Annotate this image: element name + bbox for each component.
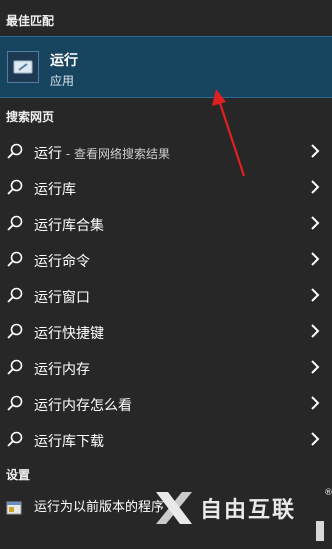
chevron-right-icon [311, 288, 320, 302]
chevron-right-icon [311, 144, 320, 158]
search-icon [7, 431, 23, 447]
search-icon [7, 251, 23, 267]
search-icon [7, 287, 23, 303]
settings-header: 设置 [6, 468, 31, 482]
best-match-subtitle: 应用 [50, 74, 75, 88]
watermark-x-icon [156, 492, 192, 524]
web-result-label: 运行命令 [34, 254, 90, 270]
watermark-text: 自由互联 [200, 498, 297, 523]
web-result-item[interactable]: 运行库下载 [0, 421, 332, 457]
edge-mark [316, 521, 324, 541]
web-result-label: 运行库 [34, 182, 76, 198]
search-icon [7, 143, 23, 159]
web-result-item[interactable]: 运行库 [0, 169, 332, 205]
chevron-right-icon [311, 180, 320, 194]
web-result-item[interactable]: 运行内存 [0, 349, 332, 385]
web-result-hint: - 查看网络搜索结果 [62, 147, 170, 161]
chevron-right-icon [311, 216, 320, 230]
search-icon [7, 359, 23, 375]
web-result-item[interactable]: 运行快捷键 [0, 313, 332, 349]
chevron-right-icon [311, 396, 320, 410]
watermark-logo: 自由互联 ® [152, 488, 332, 528]
web-result-label: 运行库合集 [34, 218, 104, 234]
web-result-item[interactable]: 运行窗口 [0, 277, 332, 313]
best-match-header: 最佳匹配 [6, 14, 55, 28]
web-result-label: 运行窗口 [34, 290, 90, 306]
web-result-label: 运行库下载 [34, 434, 104, 450]
watermark-registered-mark: ® [324, 488, 332, 498]
web-result-label: 运行 - 查看网络搜索结果 [34, 146, 170, 162]
chevron-right-icon [311, 360, 320, 374]
search-icon [7, 395, 23, 411]
web-result-item[interactable]: 运行 - 查看网络搜索结果 [0, 133, 332, 169]
run-app-icon [7, 51, 39, 83]
best-match-item-run[interactable]: 运行 应用 [0, 36, 332, 98]
search-icon [7, 323, 23, 339]
search-icon [7, 179, 23, 195]
web-result-item[interactable]: 运行内存怎么看 [0, 385, 332, 421]
chevron-right-icon [311, 432, 320, 446]
web-search-header: 搜索网页 [6, 110, 55, 124]
web-result-label: 运行快捷键 [34, 326, 104, 342]
compatibility-icon [6, 501, 22, 515]
web-result-item[interactable]: 运行命令 [0, 241, 332, 277]
web-result-label: 运行内存怎么看 [34, 398, 132, 414]
web-result-item[interactable]: 运行库合集 [0, 205, 332, 241]
search-panel: { "sections": { "best_match": "最佳匹配", "w… [0, 0, 332, 549]
best-match-title: 运行 [50, 53, 78, 69]
web-result-label: 运行内存 [34, 362, 90, 378]
chevron-right-icon [311, 252, 320, 266]
chevron-right-icon [311, 324, 320, 338]
search-icon [7, 215, 23, 231]
